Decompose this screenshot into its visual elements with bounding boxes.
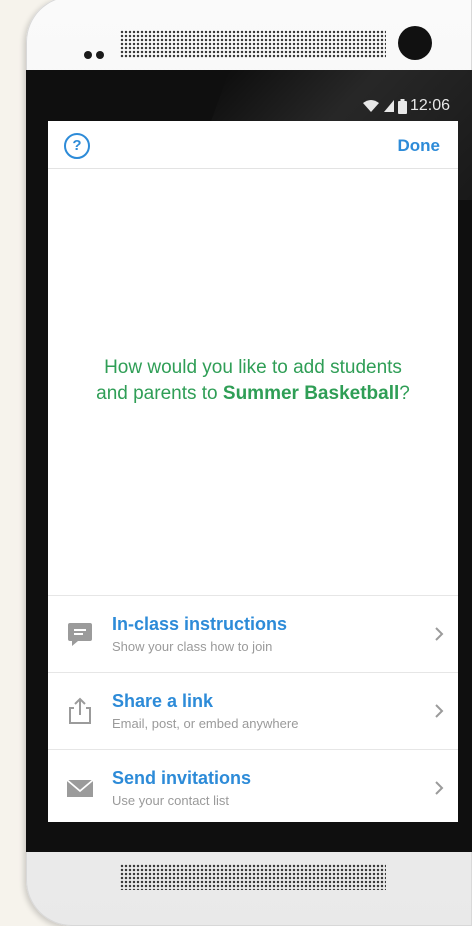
option-subtitle: Email, post, or embed anywhere xyxy=(112,716,299,731)
front-camera xyxy=(398,26,432,60)
sensor-dots xyxy=(84,46,108,64)
done-button[interactable]: Done xyxy=(398,136,441,156)
chevron-right-icon xyxy=(435,627,444,641)
help-button[interactable]: ? xyxy=(64,133,90,159)
top-speaker-grille xyxy=(120,30,386,58)
option-subtitle: Use your contact list xyxy=(112,793,230,808)
share-icon xyxy=(69,697,91,724)
status-bar: 12:06 xyxy=(48,96,454,120)
battery-icon xyxy=(397,98,407,114)
prompt-line-1: How would you like to add students xyxy=(104,357,402,378)
wifi-icon xyxy=(362,100,379,112)
option-subtitle: Show your class how to join xyxy=(112,639,273,654)
option-title: Share a link xyxy=(112,691,214,711)
envelope-icon xyxy=(66,779,94,797)
option-title: In-class instructions xyxy=(112,614,288,634)
prompt-line-2: and parents to Summer Basketball? xyxy=(96,383,410,404)
chevron-right-icon xyxy=(435,704,444,718)
status-time: 12:06 xyxy=(409,97,450,114)
app-screen: ? Done How would you like to add student… xyxy=(48,121,458,822)
class-name: Summer Basketball xyxy=(222,383,400,404)
chat-bubble-icon xyxy=(68,623,92,646)
signal-icon xyxy=(383,100,394,112)
option-share-link[interactable]: Share a link Email, post, or embed anywh… xyxy=(48,672,458,749)
bottom-speaker-grille xyxy=(120,864,386,890)
option-title: Send invitations xyxy=(112,768,252,788)
add-options-list: In-class instructions Show your class ho… xyxy=(48,595,458,822)
option-in-class-instructions[interactable]: In-class instructions Show your class ho… xyxy=(48,595,458,672)
chevron-right-icon xyxy=(435,781,444,795)
option-send-invitations[interactable]: Send invitations Use your contact list xyxy=(48,749,458,822)
top-navbar: ? Done xyxy=(48,121,458,169)
add-students-prompt: How would you like to add students and p… xyxy=(48,355,458,407)
